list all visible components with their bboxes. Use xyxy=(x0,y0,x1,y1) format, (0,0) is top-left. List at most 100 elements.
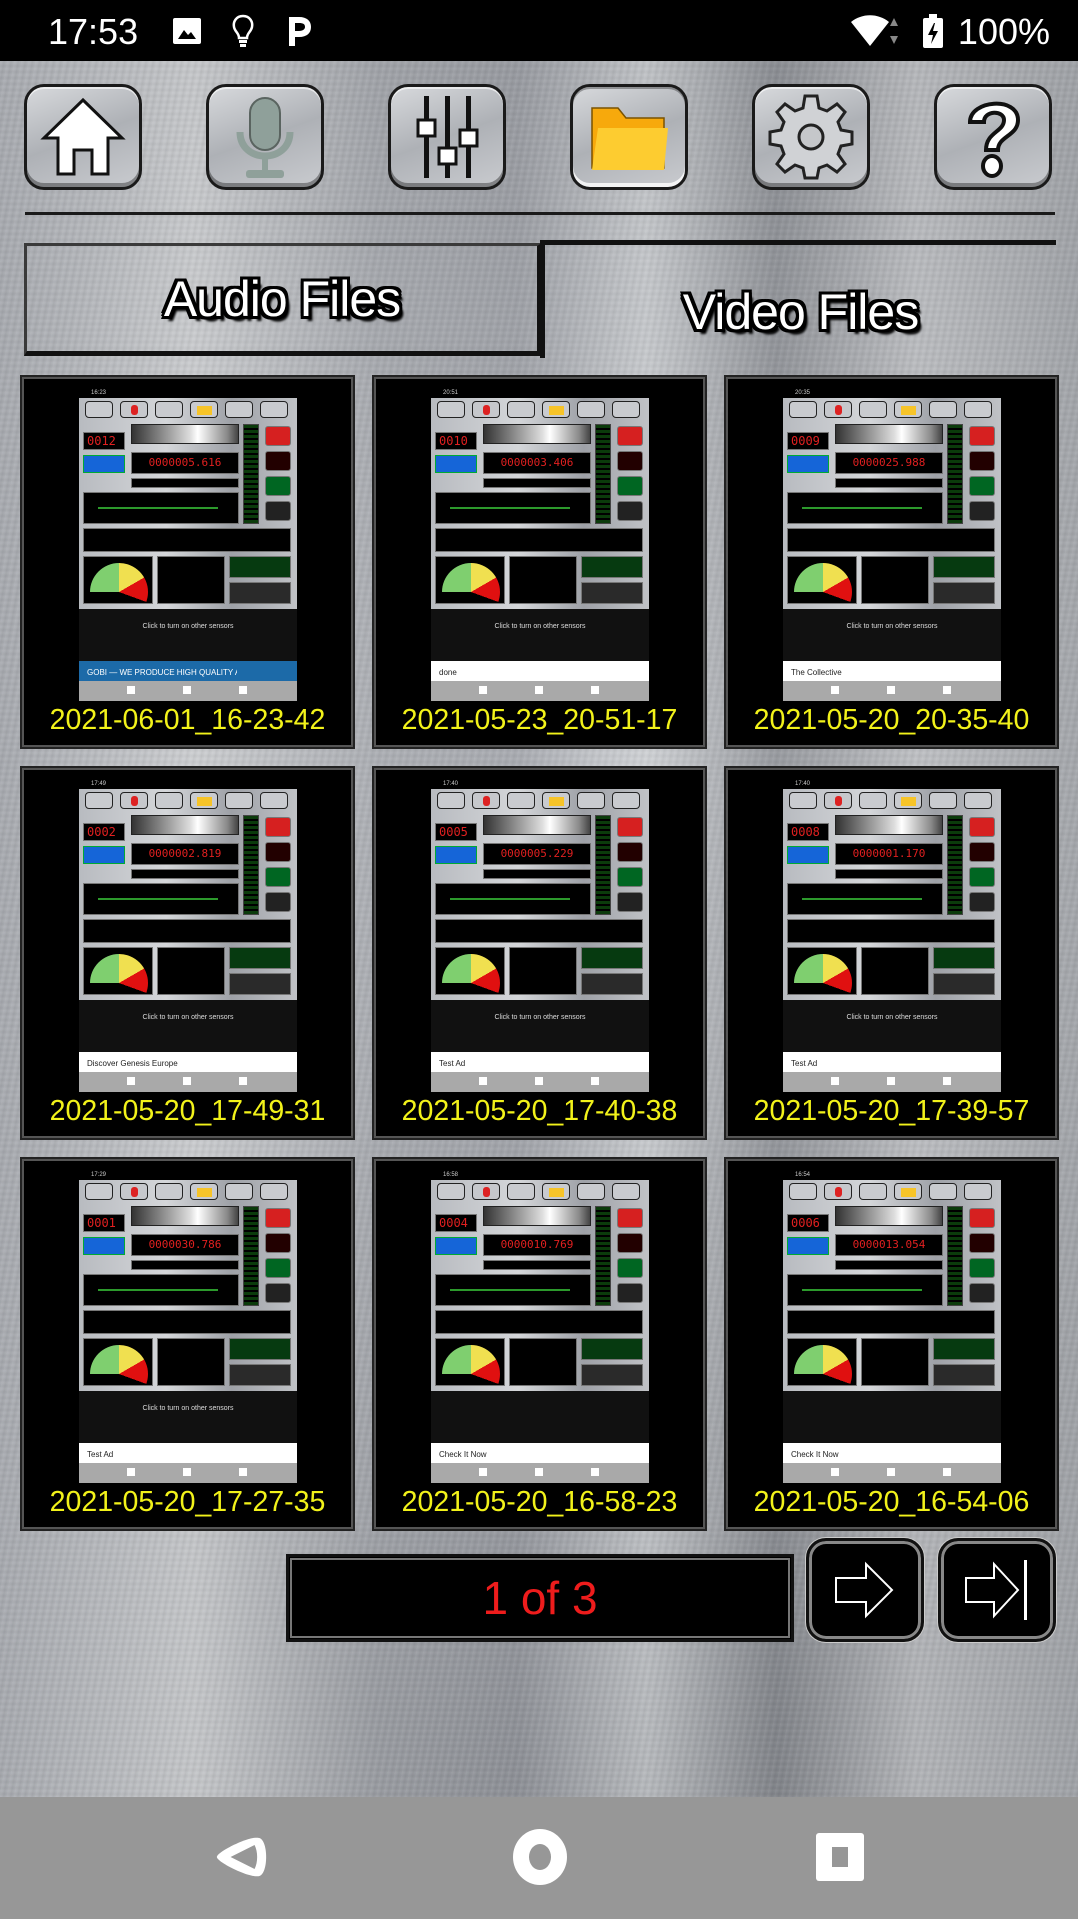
equalizer-button[interactable] xyxy=(388,84,506,190)
settings-button[interactable] xyxy=(752,84,870,190)
video-thumbnail: 16:58 0004 0000010.769 Check It Now xyxy=(431,1171,649,1483)
question-icon xyxy=(967,101,1021,178)
thumb-nav-dot xyxy=(183,686,191,694)
thumb-side-button xyxy=(969,426,995,446)
thumb-status-bar: 17:29 xyxy=(79,1171,297,1180)
toolbar-divider xyxy=(25,212,1055,215)
thumb-ad-banner: GOBI — WE PRODUCE HIGH QUALITY AND ECO-F… xyxy=(79,661,297,683)
files-button[interactable] xyxy=(570,84,688,190)
thumb-side-button xyxy=(969,476,995,496)
thumb-waveform-line xyxy=(450,898,570,900)
thumb-light-box xyxy=(581,1364,643,1386)
video-item[interactable]: 16:23 0012 0000005.616 Click to turn on oth… xyxy=(20,375,355,749)
thumb-toolbar-button xyxy=(120,401,148,418)
thumb-gradient-bar xyxy=(835,815,943,835)
thumb-ad-banner: Check It Now xyxy=(431,1443,649,1465)
video-item[interactable]: 16:54 0006 0000013.054 Check It Now 2021-05-… xyxy=(724,1157,1059,1531)
thumb-side-button xyxy=(265,1233,291,1253)
thumb-gradient-bar xyxy=(835,1206,943,1226)
video-item-label: 2021-05-20_17-39-57 xyxy=(753,1095,1030,1127)
home-nav-button[interactable] xyxy=(510,1827,570,1887)
thumb-toolbar-button xyxy=(859,1183,887,1200)
thumb-date-line xyxy=(483,869,591,879)
thumb-side-button xyxy=(265,867,291,887)
help-button[interactable] xyxy=(934,84,1052,190)
thumb-proximity-box xyxy=(581,947,643,969)
next-page-button[interactable] xyxy=(806,1538,924,1642)
microphone-button[interactable] xyxy=(206,84,324,190)
thumb-info-box xyxy=(83,1237,125,1255)
last-page-button[interactable] xyxy=(938,1538,1056,1642)
thumb-level-meter xyxy=(595,815,611,915)
thumb-waveform xyxy=(83,492,239,524)
thumb-ad-banner: done xyxy=(431,661,649,683)
thumb-sensor-text: Click to turn on other sensors xyxy=(846,623,938,630)
thumb-reading: 0000013.054 xyxy=(835,1234,943,1256)
thumb-info-box xyxy=(435,455,477,473)
thumb-waveform xyxy=(787,1274,943,1306)
thumb-side-button xyxy=(265,1258,291,1278)
video-item-label: 2021-05-20_17-40-38 xyxy=(401,1095,678,1127)
thumb-info-box xyxy=(787,455,829,473)
thumb-emf-gauge xyxy=(435,1338,505,1386)
thumb-counter: 0012 xyxy=(83,432,125,450)
thumb-toolbar-button xyxy=(894,1183,922,1200)
recents-button[interactable] xyxy=(810,1827,870,1887)
thumb-sensor-text: Click to turn on other sensors xyxy=(142,1014,234,1021)
thumb-side-button xyxy=(969,1208,995,1228)
thumb-date-line xyxy=(835,1260,943,1270)
thumb-text-panel xyxy=(83,1310,291,1334)
thumb-toolbar-button xyxy=(260,1183,288,1200)
thumb-text-panel xyxy=(787,528,995,552)
back-button[interactable] xyxy=(210,1827,270,1887)
thumb-waveform-line xyxy=(802,507,922,509)
video-item[interactable]: 17:29 0001 0000030.786 Click to turn on oth… xyxy=(20,1157,355,1531)
thumb-gradient-bar xyxy=(483,1206,591,1226)
gear-icon xyxy=(768,94,854,180)
thumb-toolbar-button xyxy=(612,1183,640,1200)
folder-icon xyxy=(591,107,668,170)
thumb-xyz-graph xyxy=(509,556,577,604)
tab-video-files[interactable]: Video Files xyxy=(540,240,1056,358)
page-indicator: 1 of 3 xyxy=(286,1554,794,1642)
thumb-waveform xyxy=(787,883,943,915)
thumb-ad-banner: The Collective xyxy=(783,661,1001,683)
video-item[interactable]: 17:40 0005 0000005.229 Click to turn on oth… xyxy=(372,766,707,1140)
thumb-status-bar: 20:51 xyxy=(431,389,649,398)
thumb-counter: 0006 xyxy=(787,1214,829,1232)
thumb-light-box xyxy=(229,582,291,604)
thumb-reading: 0000005.229 xyxy=(483,843,591,865)
thumb-toolbar-button xyxy=(789,1183,817,1200)
thumb-toolbar-button xyxy=(964,1183,992,1200)
thumb-nav-dot xyxy=(831,1077,839,1085)
thumb-toolbar-button xyxy=(260,792,288,809)
thumb-gauge-arc xyxy=(794,1345,852,1385)
thumb-counter: 0008 xyxy=(787,823,829,841)
sliders-icon xyxy=(416,96,479,178)
video-thumbnail: 20:51 0010 0000003.406 Click to turn on oth… xyxy=(431,389,649,701)
video-item[interactable]: 16:58 0004 0000010.769 Check It Now 2021-05-… xyxy=(372,1157,707,1531)
thumb-toolbar-button xyxy=(120,792,148,809)
thumb-nav-dot xyxy=(239,1077,247,1085)
tab-audio-files[interactable]: Audio Files xyxy=(24,243,542,356)
thumb-status-bar: 16:58 xyxy=(431,1171,649,1180)
thumb-gauge-arc xyxy=(90,954,148,994)
video-item[interactable]: 20:35 0009 0000025.988 Click to turn on oth… xyxy=(724,375,1059,749)
thumb-level-meter xyxy=(947,1206,963,1306)
thumb-nav-bar xyxy=(783,1463,1001,1483)
thumb-nav-dot xyxy=(183,1468,191,1476)
thumb-toolbar-button xyxy=(507,1183,535,1200)
video-item[interactable]: 17:49 0002 0000002.819 Click to turn on oth… xyxy=(20,766,355,1140)
home-button[interactable] xyxy=(24,84,142,190)
thumb-toolbar-button xyxy=(824,401,852,418)
thumb-nav-bar xyxy=(431,1072,649,1092)
video-item[interactable]: 17:40 0008 0000001.170 Click to turn on oth… xyxy=(724,766,1059,1140)
thumb-info-box xyxy=(787,846,829,864)
thumb-waveform-line xyxy=(450,507,570,509)
thumb-nav-dot xyxy=(127,1468,135,1476)
thumb-ad-text: GOBI — WE PRODUCE HIGH QUALITY AND ECO-F… xyxy=(87,668,237,677)
video-item[interactable]: 20:51 0010 0000003.406 Click to turn on oth… xyxy=(372,375,707,749)
thumb-reading: 0000003.406 xyxy=(483,452,591,474)
thumb-level-meter xyxy=(947,815,963,915)
thumb-toolbar-button xyxy=(542,1183,570,1200)
